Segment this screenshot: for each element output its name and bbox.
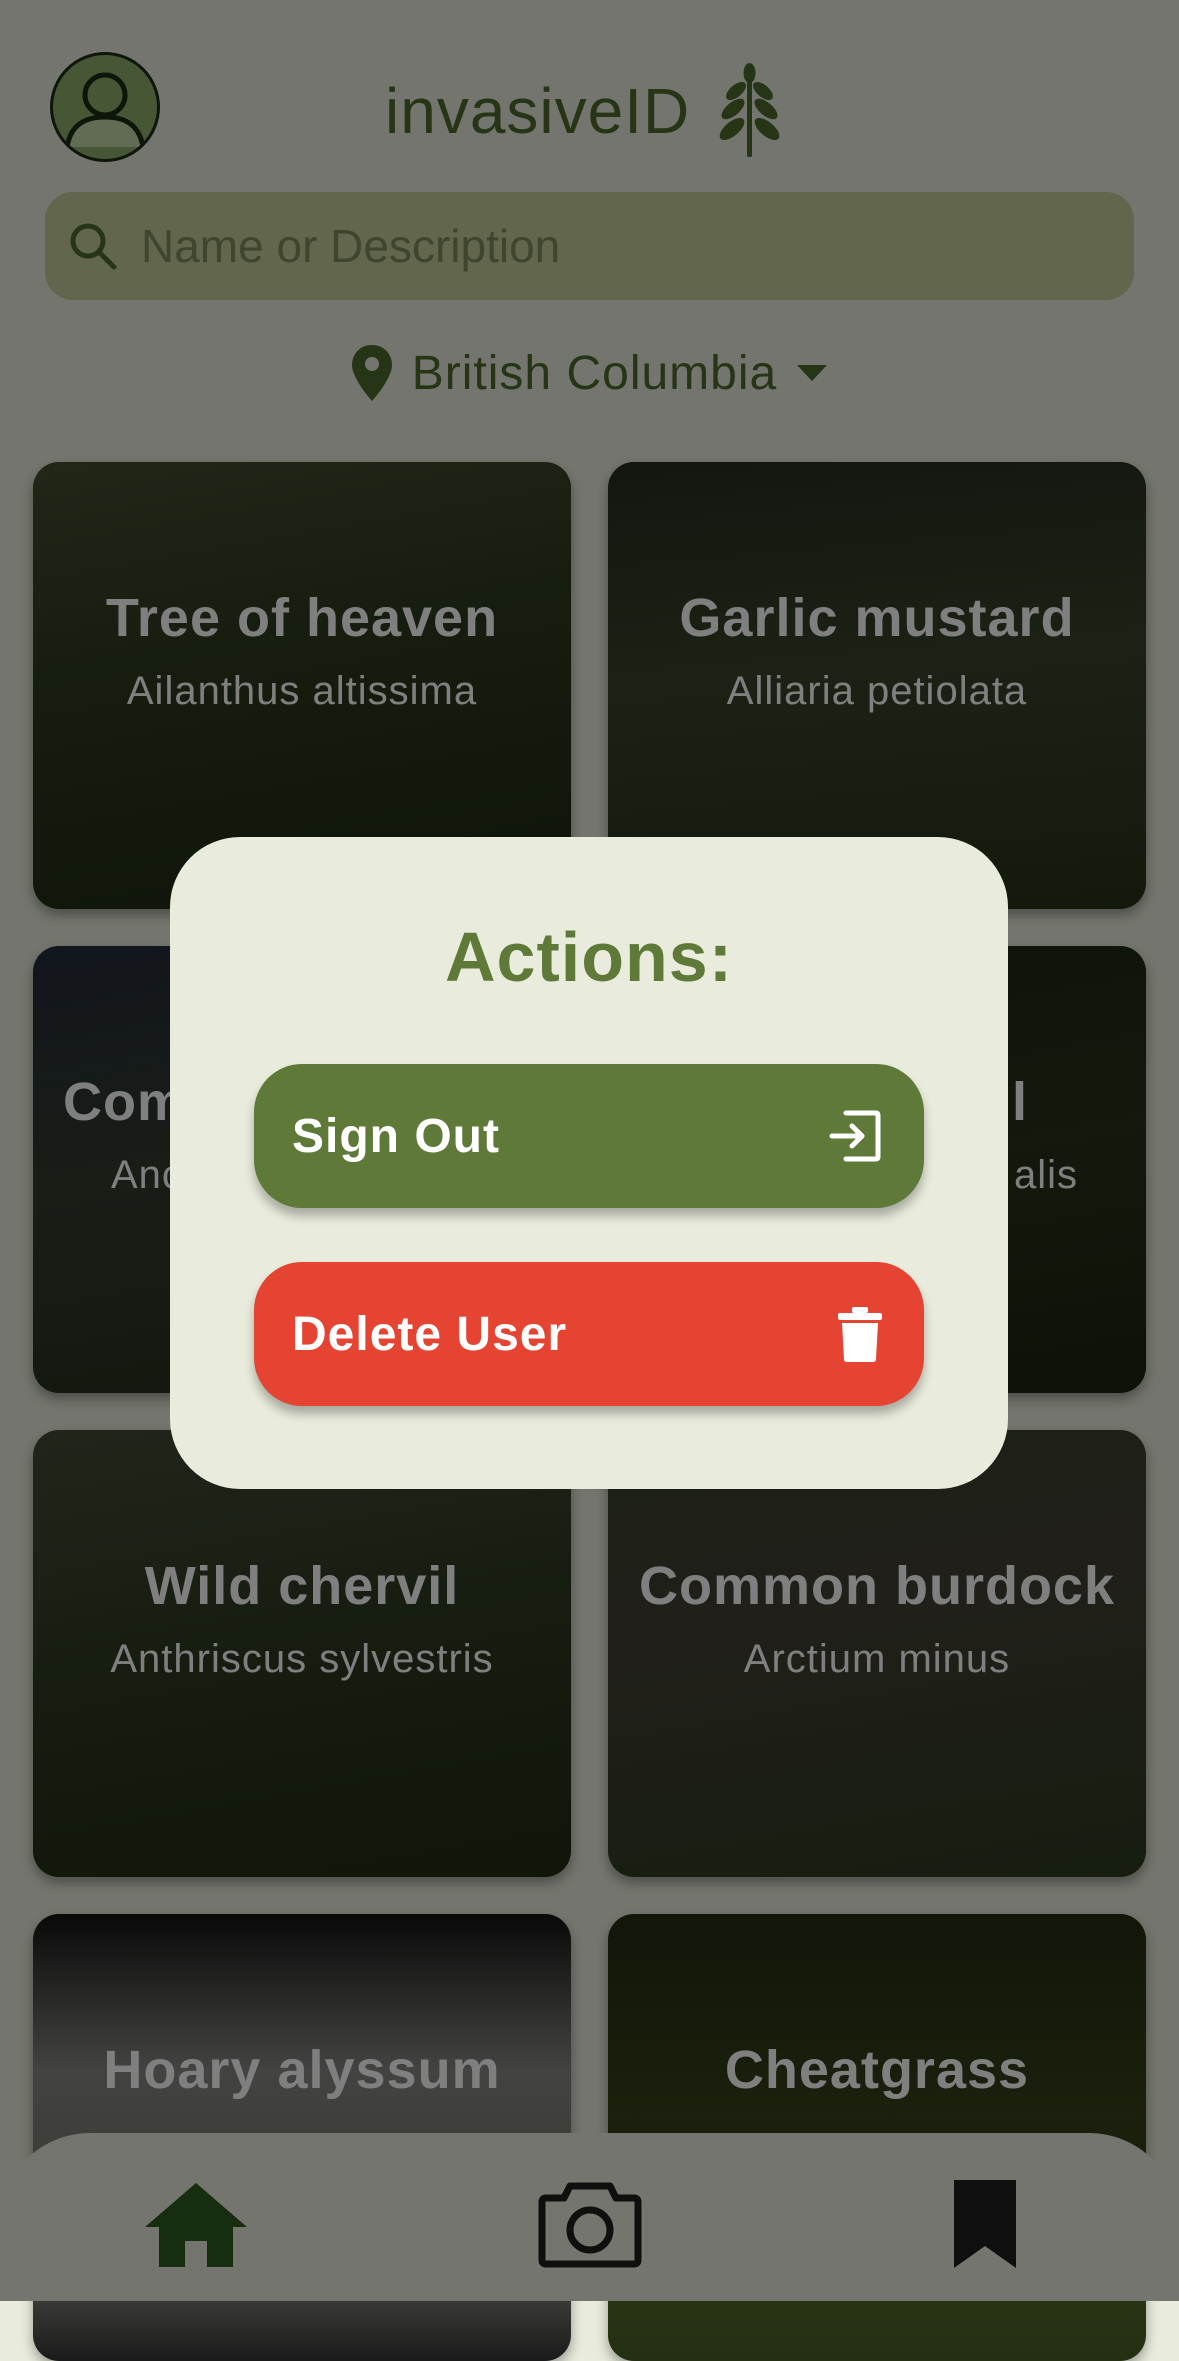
delete-user-button[interactable]: Delete User bbox=[254, 1262, 924, 1406]
modal-title: Actions: bbox=[445, 918, 733, 996]
sign-out-label: Sign Out bbox=[292, 1109, 500, 1163]
sign-out-button[interactable]: Sign Out bbox=[254, 1064, 924, 1208]
delete-user-label: Delete User bbox=[292, 1307, 568, 1361]
app-screen: invasiveID British Columbia bbox=[0, 0, 1179, 2361]
sign-out-icon bbox=[829, 1110, 881, 1162]
trash-icon bbox=[838, 1307, 882, 1362]
actions-modal: Actions: Sign Out Delete User bbox=[170, 837, 1008, 1489]
